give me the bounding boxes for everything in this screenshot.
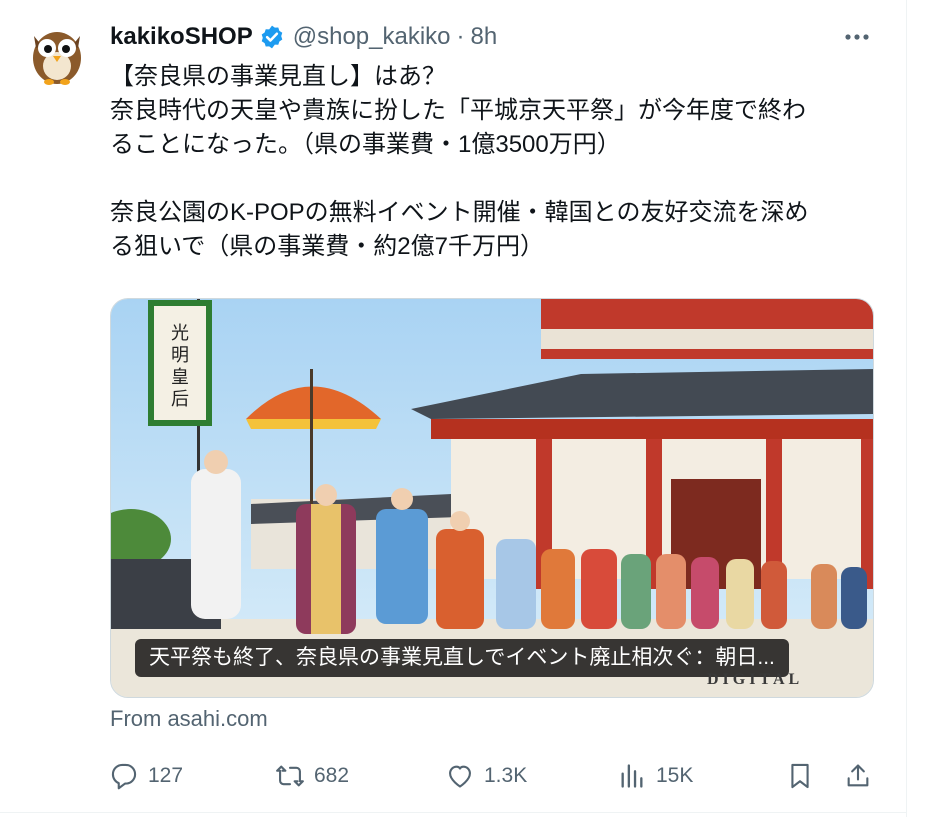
share-button[interactable]: [844, 758, 872, 794]
separator-dot: ·: [456, 23, 465, 50]
bookmark-button[interactable]: [786, 758, 814, 794]
views-count: 15K: [656, 764, 694, 787]
action-bar: 127 682 1.3K 15K: [110, 758, 880, 794]
reply-count: 127: [148, 764, 184, 787]
tweet-text: 【奈良県の事業見直し】はあ？ 奈良時代の天皇や貴族に扮した「平城京天平祭」が今年…: [110, 60, 880, 264]
share-icon: [847, 764, 869, 787]
tweet-text-gap: [110, 162, 880, 196]
retweet-button[interactable]: 682: [276, 758, 349, 794]
like-button[interactable]: 1.3K: [446, 758, 527, 794]
tweet-header: kakikoSHOP @shop_kakiko · 8h: [110, 20, 497, 54]
views-button[interactable]: 15K: [618, 758, 693, 794]
link-card[interactable]: 光 明 皇 后 天平祭も終了、奈良県の事業見直しでイベント廃止相次ぐ：朝日...…: [110, 298, 874, 698]
card-watermark: DIGITAL: [707, 671, 804, 688]
svg-text:后: 后: [171, 389, 189, 410]
more-dots-icon[interactable]: [842, 22, 872, 52]
retweet-icon: [276, 765, 304, 787]
reply-button[interactable]: 127: [110, 758, 183, 794]
tweet-text-line: 【奈良県の事業見直し】はあ？: [110, 63, 446, 90]
tweet-text-line: 奈良時代の天皇や貴族に扮した「平城京天平祭」が今年度で終わ: [110, 97, 806, 124]
tweet-text-line: 奈良公園のK-POPの無料イベント開催・韓国との友好交流を深め: [110, 199, 809, 226]
svg-text:明: 明: [171, 345, 189, 366]
heart-icon: [449, 765, 471, 788]
like-count: 1.3K: [484, 764, 528, 787]
views-icon: [621, 764, 643, 788]
verified-badge-icon: [261, 25, 283, 49]
display-name[interactable]: kakikoSHOP: [110, 23, 253, 51]
card-image: 光 明 皇 后: [111, 299, 873, 697]
bookmark-icon: [791, 763, 809, 789]
user-handle[interactable]: @shop_kakiko: [293, 23, 451, 51]
card-title: 天平祭も終了、奈良県の事業見直しでイベント廃止相次ぐ：朝日...: [135, 639, 789, 677]
banner-text: 光: [171, 323, 189, 344]
card-source[interactable]: From asahi.com: [110, 706, 268, 732]
owl-avatar-icon: [22, 18, 92, 88]
retweet-count: 682: [314, 764, 350, 787]
reply-icon: [111, 763, 137, 790]
avatar[interactable]: [22, 18, 92, 88]
tweet-text-line: ることになった。（県の事業費・1億3500万円）: [110, 131, 621, 158]
divider: [906, 0, 907, 817]
svg-text:皇: 皇: [171, 367, 189, 388]
tweet[interactable]: kakikoSHOP @shop_kakiko · 8h 【奈良県の事業見直し】…: [0, 0, 938, 817]
timestamp[interactable]: 8h: [471, 23, 498, 51]
divider: [0, 812, 906, 813]
tweet-text-line: る狙いで（県の事業費・約2億7千万円）: [110, 233, 544, 260]
